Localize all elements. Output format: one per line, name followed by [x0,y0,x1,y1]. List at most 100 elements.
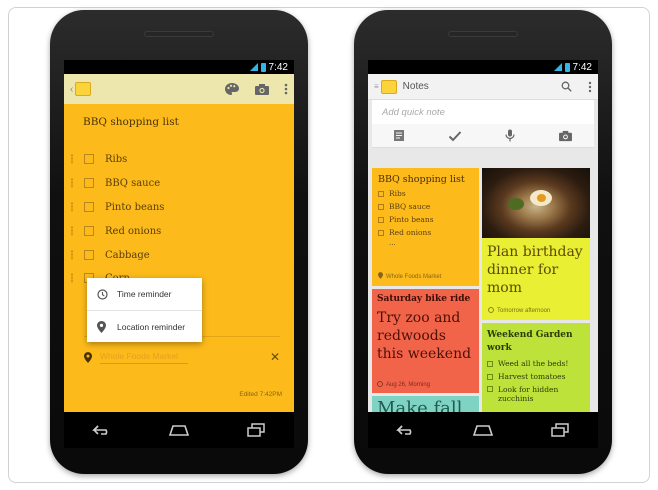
checklist-item[interactable]: Ribs [70,150,127,168]
back-nav-icon[interactable] [89,421,115,439]
camera-icon[interactable] [254,83,270,96]
time-reminder-option[interactable]: Time reminder [87,278,202,310]
note-card-bike[interactable]: Saturday bike ride Try zoo and redwoods … [372,289,479,393]
clock-icon [488,307,494,315]
card-text: Make fall [377,398,463,413]
location-reminder-option[interactable]: Location reminder [87,310,202,342]
card-list-item: Weed all the beds! [487,359,585,368]
screen-note-editor: 7:42 ‹ BBQ shopping list Ribs BBQ sauce … [64,60,294,412]
back-chevron-icon[interactable]: ‹ [70,84,73,95]
checklist-item[interactable]: BBQ sauce [70,174,160,192]
signal-icon [553,63,562,71]
recents-nav-icon[interactable] [547,421,573,439]
location-reminder-row: Whole Foods Market ✕ [84,348,280,366]
card-title: BBQ shopping list [378,174,465,185]
drag-handle-icon[interactable] [70,273,74,283]
note-editor-body: ‹ BBQ shopping list Ribs BBQ sauce Pinto… [64,74,294,412]
status-time: 7:42 [572,61,592,73]
card-list-item: Ribs [378,189,473,198]
checkbox [487,373,493,380]
checklist-item[interactable]: Red onions [70,222,161,240]
app-title: Notes [402,81,429,92]
food-photo [482,168,590,238]
microphone-icon[interactable] [505,129,515,142]
card-list-item: Red onions [378,228,473,237]
card-title: Weekend Garden work [487,330,573,353]
palette-icon[interactable] [224,82,240,96]
checkbox[interactable] [84,226,94,236]
quick-note-actions [372,124,594,148]
system-nav-bar [64,412,294,448]
overflow-menu-icon[interactable] [588,81,592,93]
card-title: Saturday bike ride [377,294,471,304]
photo-yolk [537,194,546,202]
card-ellipsis: ... [389,238,396,247]
card-text: Try zoo and redwoods this weekend [377,310,472,362]
card-reminder: Aug 26, Morning [377,381,430,389]
card-reminder: Tomorrow afternoon [488,307,550,315]
checkbox [487,360,493,367]
checkbox[interactable] [84,154,94,164]
card-list-item: Harvest tomatoes [487,372,585,381]
back-nav-icon[interactable] [393,421,419,439]
drag-handle-icon[interactable] [70,178,74,188]
card-list-item: BBQ sauce [378,202,473,211]
drag-handle-icon[interactable] [70,202,74,212]
checklist-item[interactable]: Pinto beans [70,198,164,216]
checkbox[interactable] [84,178,94,188]
checkbox [378,216,384,223]
drag-handle-icon[interactable] [70,226,74,236]
keep-app-icon[interactable] [380,79,397,94]
checklist-icon[interactable] [448,130,462,142]
status-bar: 7:42 [368,60,598,74]
drag-handle-icon[interactable] [70,154,74,164]
earpiece-speaker [144,31,214,37]
checklist-item-label: Red onions [105,225,162,237]
home-nav-icon[interactable] [166,421,192,439]
checkbox [487,386,493,392]
recents-nav-icon[interactable] [243,421,269,439]
edited-timestamp: Edited 7:42PM [239,391,282,398]
checkbox[interactable] [84,202,94,212]
card-list-item: Pinto beans [378,215,473,224]
checkbox[interactable] [84,250,94,260]
drag-handle-icon[interactable] [70,250,74,260]
keep-app-icon[interactable] [75,82,92,96]
location-input[interactable]: Whole Foods Market [100,351,188,364]
note-card-birthday[interactable]: Plan birthday dinner for mom Tomorrow af… [482,168,590,320]
battery-icon [260,62,266,72]
checklist-item-label: Ribs [105,153,128,165]
checklist-item[interactable]: Cabbage [70,246,150,264]
location-pin-icon [97,320,111,333]
note-card-garden[interactable]: Weekend Garden work Weed all the beds! H… [482,323,590,412]
clock-icon [377,381,383,389]
note-title[interactable]: BBQ shopping list [83,116,179,128]
checklist-item-label: Cabbage [105,249,150,261]
text-note-icon[interactable] [393,129,405,142]
checklist-item-label: BBQ sauce [105,177,161,189]
drawer-menu-icon[interactable]: ≡ [374,82,379,91]
editor-action-bar: ‹ [64,74,294,104]
system-nav-bar [368,412,598,448]
quick-note-input[interactable]: Add quick note [372,100,594,124]
status-bar: 7:42 [64,60,294,74]
overflow-menu-icon[interactable] [284,83,288,95]
note-card-bbq[interactable]: BBQ shopping list Ribs BBQ sauce Pinto b… [372,168,479,286]
checkbox [378,229,384,236]
battery-icon [564,62,570,72]
location-pin-icon [84,351,92,363]
camera-icon[interactable] [558,130,573,142]
card-list-item: Look for hidden zucchinis [487,385,585,403]
checkbox [378,203,384,210]
reminder-menu: Time reminder Location reminder [87,278,202,342]
phone-right: 7:42 ≡ Notes Add quick note BBQ shopping… [354,10,612,474]
home-nav-icon[interactable] [470,421,496,439]
notes-action-bar: ≡ Notes [368,74,598,100]
clear-reminder-button[interactable]: ✕ [270,350,280,364]
search-icon[interactable] [561,81,572,92]
card-reminder: Whole Foods Market [378,272,441,281]
checklist-item-label: Pinto beans [105,201,165,213]
phone-left: 7:42 ‹ BBQ shopping list Ribs BBQ sauce … [50,10,308,474]
screen-notes-list: 7:42 ≡ Notes Add quick note BBQ shopping… [368,60,598,412]
note-card-make-fall[interactable]: Make fall [372,396,479,412]
